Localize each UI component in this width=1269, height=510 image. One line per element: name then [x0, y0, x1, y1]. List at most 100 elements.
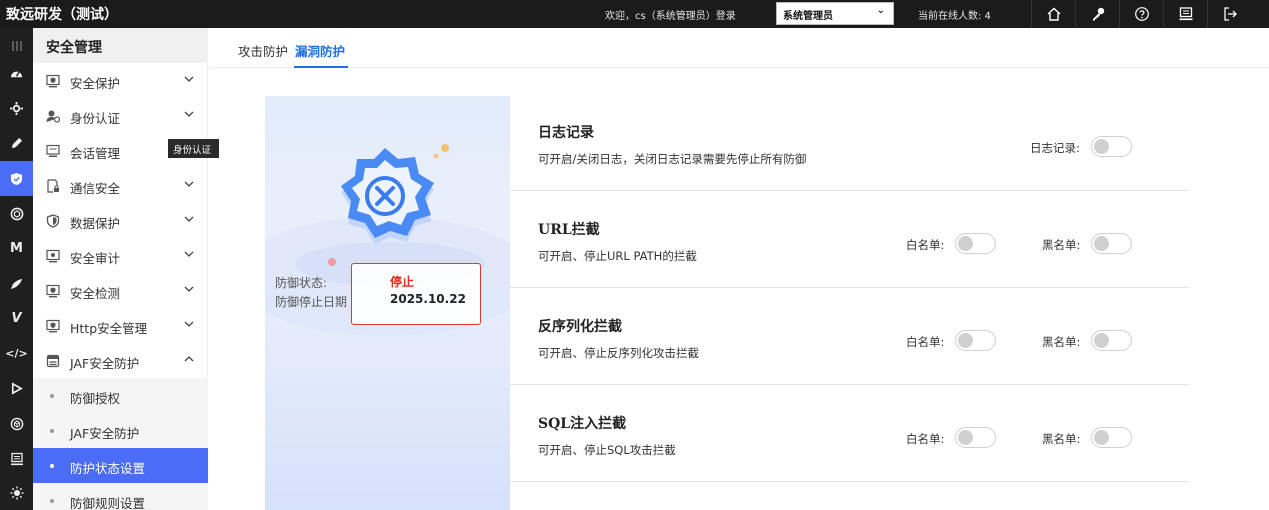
- sidebar-item-label: 安全保护: [70, 76, 121, 91]
- chevron-down-icon: [184, 111, 194, 117]
- toggle-knob: [1094, 430, 1109, 445]
- sql-whitelist-toggle[interactable]: [955, 427, 996, 448]
- sidebar-item-jaf-protection[interactable]: JAF安全防护: [33, 343, 208, 378]
- online-count: 当前在线人数: 4: [918, 11, 991, 22]
- sidebar-item-label: 安全审计: [70, 251, 121, 266]
- feature-log-record: 日志记录 可开启/关闭日志，关闭日志记录需要先停止所有防御 日志记录:: [510, 94, 1189, 191]
- welcome-text: 欢迎，cs（系统管理员）登录: [605, 11, 736, 22]
- switch-label: 白名单:: [906, 238, 945, 252]
- sidebar-subitem-protection-status[interactable]: 防护状态设置: [33, 448, 208, 483]
- switch-label: 日志记录:: [1030, 141, 1080, 155]
- help-icon[interactable]: [1119, 0, 1163, 28]
- monitor-icon[interactable]: [1163, 0, 1207, 28]
- deserialization-blacklist-toggle[interactable]: [1091, 330, 1132, 351]
- log-record-toggle[interactable]: [1091, 136, 1132, 157]
- feature-desc: 可开启/关闭日志，关闭日志记录需要先停止所有防御: [538, 152, 807, 166]
- role-select[interactable]: 系统管理员 ⌄: [776, 2, 894, 25]
- brush-icon[interactable]: [0, 266, 33, 301]
- m-icon[interactable]: M: [0, 231, 33, 266]
- url-whitelist-toggle[interactable]: [955, 233, 996, 254]
- sidebar-item-comm-security[interactable]: 通信安全: [33, 168, 208, 203]
- sidebar-item-label: 安全检测: [70, 286, 121, 301]
- sidebar-item-label: 会话管理: [70, 146, 121, 161]
- sidebar-subitem-label: 防御规则设置: [70, 496, 146, 510]
- code-icon[interactable]: </>: [0, 336, 33, 371]
- switch-label: 白名单:: [906, 335, 945, 349]
- toggle-knob: [1094, 139, 1109, 154]
- feature-title: SQL注入拦截: [538, 416, 627, 432]
- status-value: 停止: [390, 275, 415, 289]
- icon-rail: M V </>: [0, 28, 33, 510]
- feature-title: URL拦截: [538, 222, 600, 238]
- play-icon[interactable]: [0, 371, 33, 406]
- toggle-knob: [958, 236, 973, 251]
- bullet-icon: [50, 499, 54, 503]
- bullet-icon: [50, 429, 54, 433]
- sql-blacklist-toggle[interactable]: [1091, 427, 1132, 448]
- app-title: 致远研发（测试）: [6, 7, 118, 23]
- tab-vulnerability-protection[interactable]: 漏洞防护: [295, 41, 345, 60]
- sidebar-item-security-audit[interactable]: 安全审计: [33, 238, 208, 273]
- sidebar-item-label: 身份认证: [70, 111, 121, 126]
- chevron-down-icon: ⌄: [876, 5, 885, 16]
- status-highlight-box: 停止 2025.10.22: [351, 263, 481, 325]
- chevron-up-icon: [184, 356, 194, 362]
- sidebar-subitem-label: 防护状态设置: [70, 461, 146, 476]
- tooltip: 身份认证: [168, 139, 219, 158]
- key-icon[interactable]: [1075, 0, 1119, 28]
- protection-status-panel: 防御状态: 防御停止日期 停止 2025.10.22: [265, 96, 510, 510]
- toggle-knob: [958, 333, 973, 348]
- feature-url-intercept: URL拦截 可开启、停止URL PATH的拦截 白名单: 黑名单:: [510, 191, 1189, 288]
- user-icon: [46, 110, 60, 123]
- detect-icon: [46, 284, 60, 298]
- sidebar-item-label: 通信安全: [70, 181, 121, 196]
- sidebar-item-security-protection[interactable]: 安全保护: [33, 63, 208, 98]
- chevron-down-icon: [184, 321, 194, 327]
- session-icon: [46, 144, 60, 157]
- top-bar: 致远研发（测试） 欢迎，cs（系统管理员）登录 系统管理员 ⌄ 当前在线人数: …: [0, 0, 1269, 28]
- main-content: 攻击防护 漏洞防护 防御状态: 防御停止日期 停止 2025.10.22 日志记…: [209, 28, 1269, 510]
- sidebar-subitem-jaf-protection[interactable]: JAF安全防护: [33, 413, 208, 448]
- pen-icon[interactable]: [0, 126, 33, 161]
- sidebar-subitem-defense-rules[interactable]: 防御规则设置: [33, 483, 208, 510]
- toggle-knob: [1094, 333, 1109, 348]
- tab-attack-protection[interactable]: 攻击防护: [238, 41, 288, 60]
- chevron-down-icon: [184, 216, 194, 222]
- logout-icon[interactable]: [1207, 0, 1251, 28]
- feature-title: 反序列化拦截: [538, 319, 622, 335]
- feature-desc: 可开启、停止URL PATH的拦截: [538, 249, 697, 263]
- sidebar: 安全管理 安全保护 身份认证 会话管理 通信安全 数据保护 安全审计 安全检测 …: [33, 28, 208, 510]
- sidebar-item-http-security[interactable]: Http安全管理: [33, 308, 208, 343]
- bullet-icon: [50, 464, 54, 468]
- audit-icon: [46, 249, 60, 263]
- home-icon[interactable]: [1031, 0, 1075, 28]
- deserialization-whitelist-toggle[interactable]: [955, 330, 996, 351]
- sidebar-item-security-detect[interactable]: 安全检测: [33, 273, 208, 308]
- monitor-icon[interactable]: [0, 441, 33, 476]
- dashboard-icon[interactable]: [0, 56, 33, 91]
- shield-icon[interactable]: [0, 161, 33, 196]
- sidebar-item-label: Http安全管理: [70, 321, 148, 336]
- chevron-down-icon: [184, 286, 194, 292]
- sidebar-subitem-label: 防御授权: [70, 391, 121, 406]
- sidebar-item-data-protection[interactable]: 数据保护: [33, 203, 208, 238]
- sidebar-subitem-label: JAF安全防护: [70, 426, 140, 441]
- cube-icon[interactable]: [0, 406, 33, 441]
- switch-label: 黑名单:: [1042, 335, 1081, 349]
- hexagon-icon[interactable]: [0, 196, 33, 231]
- sidebar-header: 安全管理: [33, 28, 208, 63]
- sidebar-subitem-defense-auth[interactable]: 防御授权: [33, 378, 208, 413]
- settings-icon[interactable]: [0, 91, 33, 126]
- chevron-down-icon: [184, 251, 194, 257]
- http-icon: [46, 319, 60, 333]
- v-icon[interactable]: V: [0, 301, 33, 336]
- shield-icon: [46, 214, 60, 228]
- url-blacklist-toggle[interactable]: [1091, 233, 1132, 254]
- shield-monitor-icon: [46, 74, 60, 88]
- feature-deserialization-intercept: 反序列化拦截 可开启、停止反序列化攻击拦截 白名单: 黑名单:: [510, 288, 1189, 385]
- sun-icon[interactable]: [0, 475, 33, 510]
- sidebar-item-identity-auth[interactable]: 身份认证: [33, 98, 208, 133]
- switch-label: 黑名单:: [1042, 238, 1081, 252]
- feature-sql-injection-intercept: SQL注入拦截 可开启、停止SQL攻击拦截 白名单: 黑名单:: [510, 385, 1189, 482]
- chevron-down-icon: [184, 181, 194, 187]
